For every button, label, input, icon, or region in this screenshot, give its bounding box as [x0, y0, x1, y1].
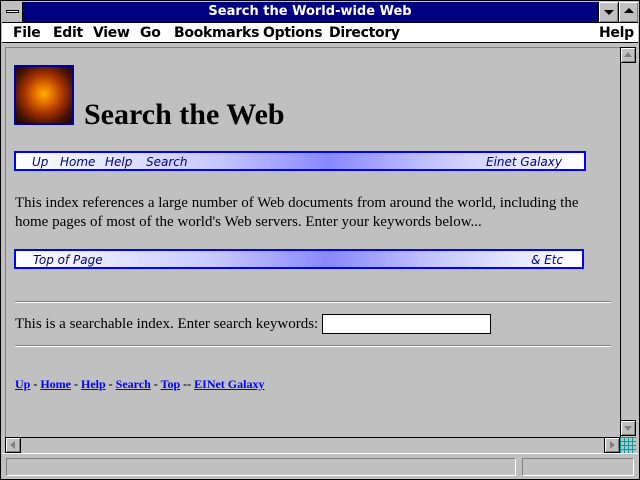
nav-bar-top: Up Home Help Search Einet Galaxy	[14, 151, 586, 171]
nav-bar-bottom: Top of Page & Etc	[14, 249, 584, 269]
search-input[interactable]	[322, 314, 491, 334]
minimize-button[interactable]	[598, 2, 618, 22]
menu-bookmarks[interactable]: Bookmarks	[174, 25, 259, 41]
arrow-up-icon	[624, 52, 632, 57]
intro-text: This index references a large number of …	[15, 195, 579, 230]
menu-file[interactable]: File	[13, 25, 41, 41]
menu-bar: File Edit View Go Bookmarks Options Dire…	[2, 23, 638, 43]
browser-window: Search the World-wide Web File Edit View…	[0, 0, 640, 480]
status-bar	[2, 453, 638, 479]
arrow-right-icon	[610, 441, 615, 449]
divider	[15, 301, 611, 303]
menu-edit[interactable]: Edit	[53, 25, 83, 41]
footer-separator: -	[105, 377, 116, 391]
footer-separator: -	[150, 377, 161, 391]
footer-separator: --	[180, 377, 195, 391]
page-title: Search the Web	[84, 98, 285, 131]
nav-search-link[interactable]: Search	[146, 155, 188, 169]
minimize-icon	[604, 10, 614, 15]
menu-help[interactable]: Help	[599, 25, 634, 41]
footer-separator: -	[30, 377, 41, 391]
status-message	[6, 458, 516, 476]
resize-grip[interactable]	[620, 437, 636, 453]
scroll-up-button[interactable]	[620, 47, 636, 63]
arrow-left-icon	[10, 441, 15, 449]
footer-home-link[interactable]: Home	[40, 377, 71, 391]
maximize-button[interactable]	[618, 2, 638, 22]
nav-home-link[interactable]: Home	[60, 155, 95, 169]
title-bar: Search the World-wide Web	[2, 2, 638, 23]
scroll-left-button[interactable]	[5, 437, 21, 453]
menu-view[interactable]: View	[93, 25, 130, 41]
footer-galaxy-link[interactable]: EINet Galaxy	[194, 377, 264, 391]
nav-top-of-page-link[interactable]: Top of Page	[33, 253, 103, 267]
window-title: Search the World-wide Web	[208, 4, 412, 19]
menu-options[interactable]: Options	[263, 25, 323, 41]
nav-help-link[interactable]: Help	[105, 155, 132, 169]
page-content: Search the Web Up Home Help Search Einet…	[5, 47, 620, 437]
nav-galaxy-link[interactable]: Einet Galaxy	[486, 155, 562, 169]
menu-go[interactable]: Go	[140, 25, 161, 41]
divider	[15, 345, 611, 347]
galaxy-icon	[14, 65, 74, 125]
nav-etc-link[interactable]: & Etc	[531, 253, 563, 267]
footer-separator: -	[71, 377, 81, 391]
footer-links: Up - Home - Help - Search - Top -- EINet…	[15, 377, 264, 392]
menu-directory[interactable]: Directory	[329, 25, 400, 41]
footer-up-link[interactable]: Up	[15, 377, 30, 391]
arrow-down-icon	[624, 426, 632, 431]
progress-indicator	[522, 458, 634, 476]
maximize-icon	[624, 8, 634, 13]
scroll-down-button[interactable]	[620, 420, 636, 436]
footer-top-link[interactable]: Top	[161, 377, 181, 391]
scroll-right-button[interactable]	[604, 437, 620, 453]
search-label: This is a searchable index. Enter search…	[15, 316, 319, 332]
horizontal-scrollbar[interactable]	[5, 437, 620, 453]
nav-up-link[interactable]: Up	[32, 155, 48, 169]
footer-search-link[interactable]: Search	[116, 377, 151, 391]
vertical-scrollbar[interactable]	[620, 47, 636, 437]
system-menu-button[interactable]	[2, 2, 23, 22]
system-menu-icon	[6, 10, 19, 13]
footer-help-link[interactable]: Help	[81, 377, 106, 391]
